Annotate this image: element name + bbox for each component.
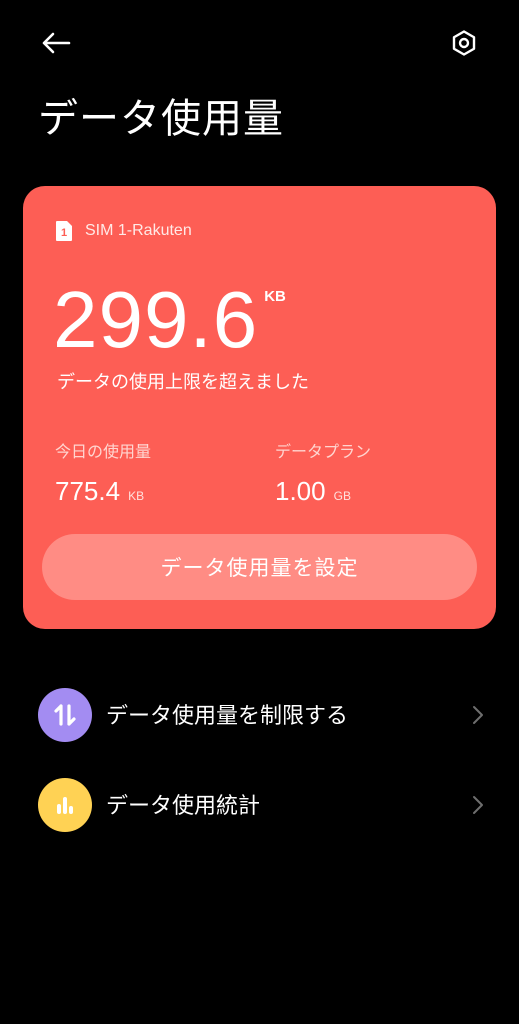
menu-item-label: データ使用量を制限する [106, 704, 349, 729]
page-title: データ使用量 [38, 96, 284, 142]
today-usage-value: 775.4 [55, 476, 121, 506]
menu-item-limit-data-usage[interactable]: データ使用量を制限する [0, 674, 519, 754]
data-plan-value: 1.00 [275, 476, 326, 506]
chevron-right-icon [473, 796, 483, 814]
today-usage: 今日の使用量 775.4 KB [55, 438, 151, 507]
data-plan-label: データプラン [275, 442, 372, 461]
today-usage-label: 今日の使用量 [55, 442, 152, 461]
limit-exceeded-warning: データの使用上限を超えました [57, 372, 309, 393]
sim-label: SIM 1-Rakuten [85, 222, 192, 239]
chevron-right-icon [473, 706, 483, 724]
data-plan: データプラン 1.00 GB [275, 438, 371, 507]
today-usage-unit: KB [128, 489, 145, 503]
hexagon-gear-icon [452, 30, 476, 56]
set-data-usage-button[interactable]: データ使用量を設定 [42, 534, 477, 600]
usage-amount: 299.6 KB [53, 276, 286, 364]
usage-card: 1 SIM 1-Rakuten 299.6 KB データの使用上限を超えました … [23, 186, 496, 629]
back-button[interactable] [36, 26, 76, 60]
usage-value: 299.6 [53, 275, 259, 364]
menu-item-label: データ使用統計 [106, 794, 261, 819]
usage-unit: KB [264, 288, 286, 305]
bar-chart-icon [38, 778, 92, 832]
sim-number: 1 [61, 227, 67, 239]
top-bar [0, 0, 519, 90]
sim-row: 1 SIM 1-Rakuten [55, 220, 192, 242]
menu-item-data-usage-stats[interactable]: データ使用統計 [0, 764, 519, 844]
settings-button[interactable] [445, 24, 483, 62]
data-plan-unit: GB [333, 489, 351, 503]
arrow-left-icon [42, 32, 71, 54]
up-down-arrows-icon [38, 688, 92, 742]
sim-card-icon: 1 [56, 221, 72, 241]
